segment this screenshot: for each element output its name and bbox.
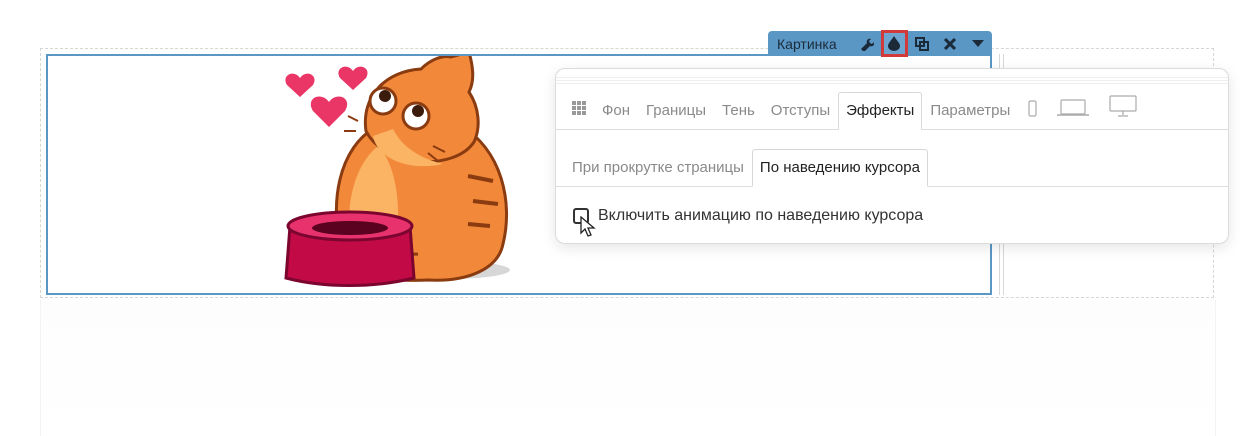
close-icon: [944, 37, 957, 50]
subtab-scroll[interactable]: При прокрутке страницы: [564, 159, 752, 186]
hover-animation-option: Включить анимацию по наведению курсора: [573, 207, 923, 225]
duplicate-button[interactable]: [908, 31, 936, 56]
subtab-hover[interactable]: По наведению курсора: [751, 149, 928, 187]
toolbar-label: Картинка: [777, 35, 837, 52]
element-toolbar: Картинка: [768, 30, 992, 57]
drop-icon: [888, 36, 901, 51]
device-phone[interactable]: [1018, 100, 1047, 129]
laptop-icon: [1057, 99, 1090, 116]
copy-icon: [915, 36, 930, 51]
tab-borders[interactable]: Границы: [638, 102, 714, 129]
bowl-illustration: [284, 210, 416, 287]
tab-padding[interactable]: Отступы: [763, 102, 838, 129]
drag-handle[interactable]: [556, 77, 1228, 85]
tab-params[interactable]: Параметры: [922, 102, 1018, 129]
tab-background[interactable]: Фон: [594, 102, 638, 129]
tab-grid[interactable]: [568, 101, 594, 129]
page-canvas-lower: [40, 300, 1216, 436]
wrench-icon: [860, 38, 874, 51]
device-desktop[interactable]: [1099, 95, 1147, 129]
settings-button[interactable]: [853, 31, 881, 56]
device-laptop[interactable]: [1047, 99, 1099, 129]
desktop-icon: [1109, 95, 1137, 117]
more-button[interactable]: [964, 31, 992, 56]
phone-icon: [1028, 100, 1037, 117]
effects-settings-panel: Фон Границы Тень Отступы Эффекты Парамет…: [555, 68, 1229, 244]
effect-subtabs: При прокрутке страницы По наведению курс…: [556, 149, 1228, 187]
heart-icon: [285, 66, 368, 127]
delete-button[interactable]: [936, 31, 964, 56]
caret-down-icon: [972, 39, 985, 47]
hover-animation-label[interactable]: Включить анимацию по наведению курсора: [598, 207, 923, 225]
panel-tabs: Фон Границы Тень Отступы Эффекты Парамет…: [556, 92, 1228, 130]
grid-icon: [572, 101, 586, 115]
tab-effects[interactable]: Эффекты: [838, 92, 923, 130]
tab-shadow[interactable]: Тень: [714, 102, 763, 129]
mouse-pointer-icon: [580, 216, 596, 237]
effects-button[interactable]: [880, 30, 909, 57]
